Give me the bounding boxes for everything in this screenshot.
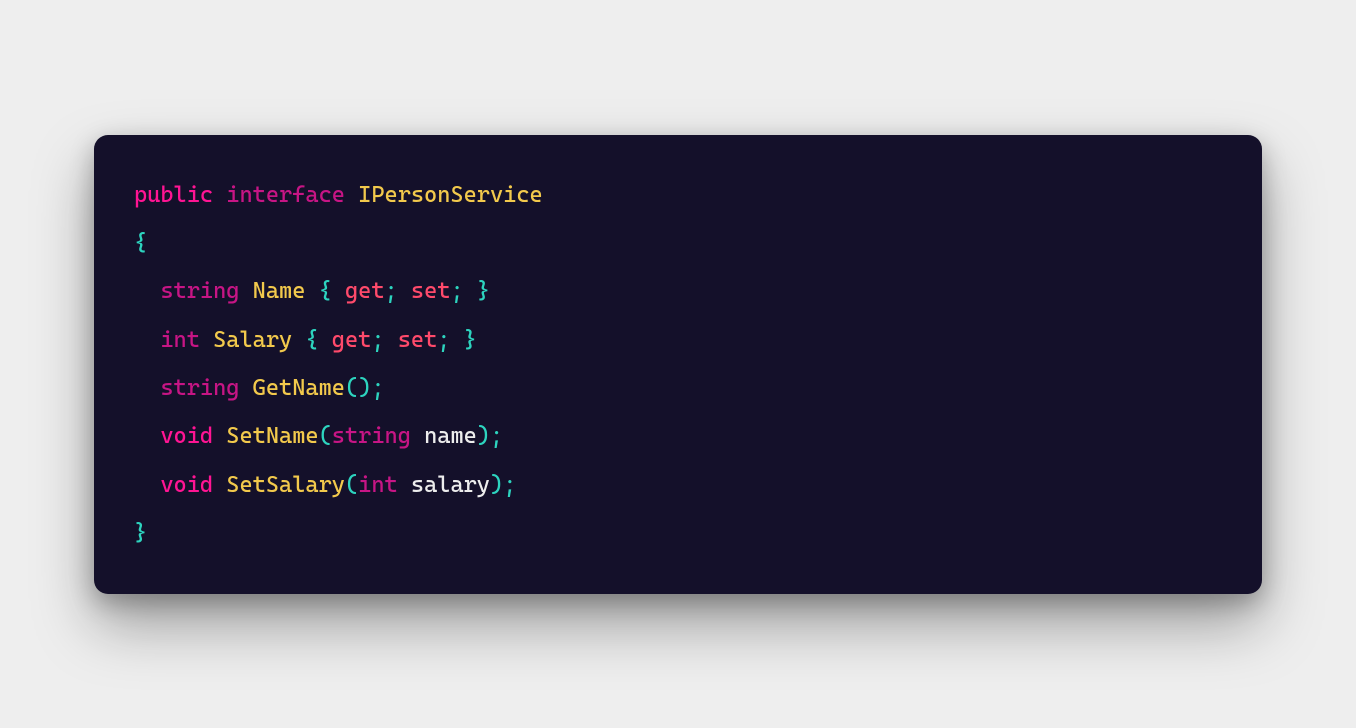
paren-open: (	[345, 375, 358, 401]
brace-open: {	[305, 327, 318, 353]
brace-close: }	[464, 327, 477, 353]
semicolon: ;	[371, 375, 384, 401]
accessor-get: get	[332, 327, 372, 353]
brace-open: {	[319, 278, 332, 304]
param-type-string: string	[332, 423, 411, 449]
paren-open: (	[319, 423, 332, 449]
paren-close: )	[477, 423, 490, 449]
prop-name: Name	[253, 278, 306, 304]
keyword-void: void	[160, 472, 213, 498]
paren-open: (	[345, 472, 358, 498]
keyword-public: public	[134, 182, 213, 208]
type-string: string	[160, 278, 239, 304]
brace-open: {	[134, 230, 147, 256]
semicolon: ;	[437, 327, 450, 353]
semicolon: ;	[503, 472, 516, 498]
param-type-int: int	[358, 472, 398, 498]
accessor-set: set	[398, 327, 438, 353]
code-card: public interface IPersonService { string…	[94, 135, 1262, 594]
semicolon: ;	[450, 278, 463, 304]
prop-salary: Salary	[213, 327, 292, 353]
brace-close: }	[134, 520, 147, 546]
method-setname: SetName	[226, 423, 318, 449]
accessor-set: set	[411, 278, 451, 304]
accessor-get: get	[345, 278, 385, 304]
param-salary: salary	[411, 472, 490, 498]
semicolon: ;	[385, 278, 398, 304]
method-setsalary: SetSalary	[226, 472, 345, 498]
type-string: string	[160, 375, 239, 401]
paren-close: )	[358, 375, 371, 401]
semicolon: ;	[371, 327, 384, 353]
type-int: int	[160, 327, 200, 353]
keyword-void: void	[160, 423, 213, 449]
method-getname: GetName	[253, 375, 345, 401]
brace-close: }	[477, 278, 490, 304]
keyword-interface: interface	[226, 182, 345, 208]
paren-close: )	[490, 472, 503, 498]
code-block: public interface IPersonService { string…	[134, 171, 1222, 558]
semicolon: ;	[490, 423, 503, 449]
param-name: name	[424, 423, 477, 449]
interface-name: IPersonService	[358, 182, 543, 208]
